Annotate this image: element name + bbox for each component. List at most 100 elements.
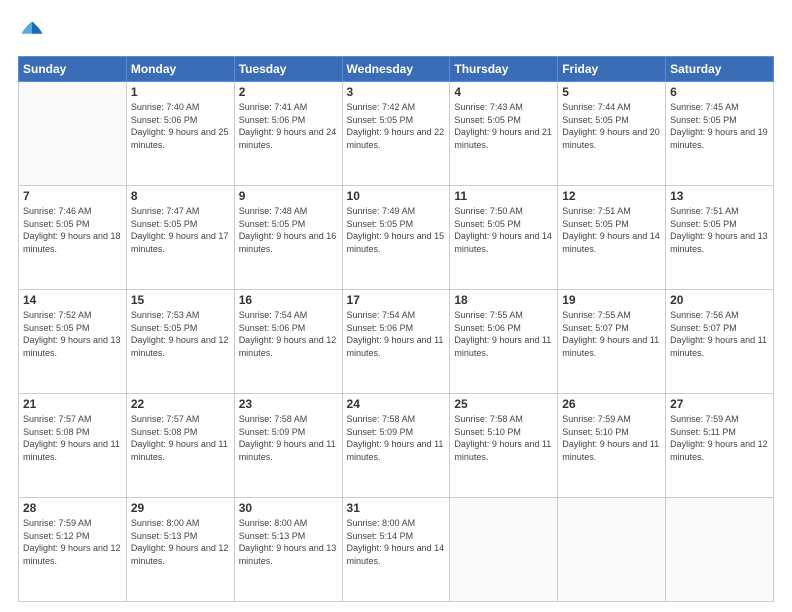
calendar-table: SundayMondayTuesdayWednesdayThursdayFrid… (18, 56, 774, 602)
day-number: 12 (562, 189, 661, 203)
calendar-cell: 10 Sunrise: 7:49 AM Sunset: 5:05 PM Dayli… (342, 186, 450, 290)
calendar-cell: 26 Sunrise: 7:59 AM Sunset: 5:10 PM Dayli… (558, 394, 666, 498)
day-number: 8 (131, 189, 230, 203)
calendar-cell: 4Sunrise: 7:43 AM Sunset: 5:05 PM Daylig… (450, 82, 558, 186)
calendar-cell: 17 Sunrise: 7:54 AM Sunset: 5:06 PM Dayli… (342, 290, 450, 394)
logo-icon (18, 18, 46, 46)
calendar-cell: 6 Sunrise: 7:45 AM Sunset: 5:05 PM Daylig… (666, 82, 774, 186)
day-info: Sunrise: 7:59 AM Sunset: 5:12 PM Dayligh… (23, 517, 122, 567)
calendar-cell: 20Sunrise: 7:56 AM Sunset: 5:07 PM Dayli… (666, 290, 774, 394)
calendar-cell: 18 Sunrise: 7:55 AM Sunset: 5:06 PM Dayli… (450, 290, 558, 394)
calendar-cell: 1 Sunrise: 7:40 AM Sunset: 5:06 PM Daylig… (126, 82, 234, 186)
calendar-cell: 25 Sunrise: 7:58 AM Sunset: 5:10 PM Dayli… (450, 394, 558, 498)
calendar-cell: 30 Sunrise: 8:00 AM Sunset: 5:13 PM Dayli… (234, 498, 342, 602)
calendar-cell: 15 Sunrise: 7:53 AM Sunset: 5:05 PM Dayli… (126, 290, 234, 394)
day-number: 25 (454, 397, 553, 411)
day-number: 6 (670, 85, 769, 99)
page: SundayMondayTuesdayWednesdayThursdayFrid… (0, 0, 792, 612)
day-info: Sunrise: 7:58 AM Sunset: 5:09 PM Dayligh… (239, 413, 338, 463)
day-info: Sunrise: 7:41 AM Sunset: 5:06 PM Dayligh… (239, 101, 338, 151)
day-info: Sunrise: 7:59 AM Sunset: 5:11 PM Dayligh… (670, 413, 769, 463)
day-info: Sunrise: 7:49 AM Sunset: 5:05 PM Dayligh… (347, 205, 446, 255)
calendar-cell: 22 Sunrise: 7:57 AM Sunset: 5:08 PM Dayli… (126, 394, 234, 498)
weekday-header: Saturday (666, 57, 774, 82)
day-info: Sunrise: 7:59 AM Sunset: 5:10 PM Dayligh… (562, 413, 661, 463)
calendar-cell: 2 Sunrise: 7:41 AM Sunset: 5:06 PM Daylig… (234, 82, 342, 186)
day-number: 3 (347, 85, 446, 99)
weekday-header: Monday (126, 57, 234, 82)
calendar-cell: 11 Sunrise: 7:50 AM Sunset: 5:05 PM Dayli… (450, 186, 558, 290)
day-info: Sunrise: 7:55 AM Sunset: 5:06 PM Dayligh… (454, 309, 553, 359)
day-number: 15 (131, 293, 230, 307)
day-info: Sunrise: 7:58 AM Sunset: 5:10 PM Dayligh… (454, 413, 553, 463)
day-info: Sunrise: 7:46 AM Sunset: 5:05 PM Dayligh… (23, 205, 122, 255)
calendar-cell: 7 Sunrise: 7:46 AM Sunset: 5:05 PM Daylig… (19, 186, 127, 290)
day-info: Sunrise: 7:55 AM Sunset: 5:07 PM Dayligh… (562, 309, 661, 359)
calendar-cell (666, 498, 774, 602)
day-number: 2 (239, 85, 338, 99)
calendar-cell: 23Sunrise: 7:58 AM Sunset: 5:09 PM Dayli… (234, 394, 342, 498)
weekday-header: Wednesday (342, 57, 450, 82)
day-number: 22 (131, 397, 230, 411)
day-info: Sunrise: 7:42 AM Sunset: 5:05 PM Dayligh… (347, 101, 446, 151)
day-number: 28 (23, 501, 122, 515)
day-number: 24 (347, 397, 446, 411)
day-number: 20 (670, 293, 769, 307)
logo (18, 18, 50, 46)
day-number: 21 (23, 397, 122, 411)
calendar-cell: 27 Sunrise: 7:59 AM Sunset: 5:11 PM Dayli… (666, 394, 774, 498)
day-info: Sunrise: 7:57 AM Sunset: 5:08 PM Dayligh… (131, 413, 230, 463)
day-info: Sunrise: 7:54 AM Sunset: 5:06 PM Dayligh… (347, 309, 446, 359)
day-number: 26 (562, 397, 661, 411)
day-info: Sunrise: 8:00 AM Sunset: 5:13 PM Dayligh… (131, 517, 230, 567)
header (18, 18, 774, 46)
weekday-header: Tuesday (234, 57, 342, 82)
day-number: 14 (23, 293, 122, 307)
day-number: 11 (454, 189, 553, 203)
day-info: Sunrise: 7:58 AM Sunset: 5:09 PM Dayligh… (347, 413, 446, 463)
calendar-cell: 31 Sunrise: 8:00 AM Sunset: 5:14 PM Dayli… (342, 498, 450, 602)
calendar-cell: 12Sunrise: 7:51 AM Sunset: 5:05 PM Dayli… (558, 186, 666, 290)
day-number: 17 (347, 293, 446, 307)
weekday-header: Friday (558, 57, 666, 82)
day-info: Sunrise: 7:40 AM Sunset: 5:06 PM Dayligh… (131, 101, 230, 151)
day-number: 27 (670, 397, 769, 411)
day-number: 30 (239, 501, 338, 515)
day-number: 1 (131, 85, 230, 99)
calendar-cell: 19Sunrise: 7:55 AM Sunset: 5:07 PM Dayli… (558, 290, 666, 394)
weekday-header: Sunday (19, 57, 127, 82)
day-info: Sunrise: 7:52 AM Sunset: 5:05 PM Dayligh… (23, 309, 122, 359)
day-number: 10 (347, 189, 446, 203)
calendar-cell: 9 Sunrise: 7:48 AM Sunset: 5:05 PM Daylig… (234, 186, 342, 290)
day-info: Sunrise: 7:50 AM Sunset: 5:05 PM Dayligh… (454, 205, 553, 255)
calendar-cell: 8 Sunrise: 7:47 AM Sunset: 5:05 PM Daylig… (126, 186, 234, 290)
day-number: 18 (454, 293, 553, 307)
day-info: Sunrise: 7:45 AM Sunset: 5:05 PM Dayligh… (670, 101, 769, 151)
day-number: 31 (347, 501, 446, 515)
day-info: Sunrise: 7:54 AM Sunset: 5:06 PM Dayligh… (239, 309, 338, 359)
calendar-cell: 3 Sunrise: 7:42 AM Sunset: 5:05 PM Daylig… (342, 82, 450, 186)
day-info: Sunrise: 7:57 AM Sunset: 5:08 PM Dayligh… (23, 413, 122, 463)
day-number: 9 (239, 189, 338, 203)
day-number: 7 (23, 189, 122, 203)
calendar-cell: 21 Sunrise: 7:57 AM Sunset: 5:08 PM Dayli… (19, 394, 127, 498)
day-info: Sunrise: 7:48 AM Sunset: 5:05 PM Dayligh… (239, 205, 338, 255)
calendar-cell: 24 Sunrise: 7:58 AM Sunset: 5:09 PM Dayli… (342, 394, 450, 498)
calendar-cell: 14 Sunrise: 7:52 AM Sunset: 5:05 PM Dayli… (19, 290, 127, 394)
day-info: Sunrise: 8:00 AM Sunset: 5:14 PM Dayligh… (347, 517, 446, 567)
day-number: 29 (131, 501, 230, 515)
calendar-cell (558, 498, 666, 602)
day-info: Sunrise: 7:47 AM Sunset: 5:05 PM Dayligh… (131, 205, 230, 255)
day-info: Sunrise: 7:53 AM Sunset: 5:05 PM Dayligh… (131, 309, 230, 359)
day-number: 13 (670, 189, 769, 203)
day-number: 16 (239, 293, 338, 307)
calendar-cell: 13 Sunrise: 7:51 AM Sunset: 5:05 PM Dayli… (666, 186, 774, 290)
day-info: Sunrise: 7:51 AM Sunset: 5:05 PM Dayligh… (670, 205, 769, 255)
calendar-cell: 16 Sunrise: 7:54 AM Sunset: 5:06 PM Dayli… (234, 290, 342, 394)
day-info: Sunrise: 7:43 AM Sunset: 5:05 PM Dayligh… (454, 101, 553, 151)
calendar-cell: 28 Sunrise: 7:59 AM Sunset: 5:12 PM Dayli… (19, 498, 127, 602)
calendar-cell: 29 Sunrise: 8:00 AM Sunset: 5:13 PM Dayli… (126, 498, 234, 602)
weekday-header: Thursday (450, 57, 558, 82)
calendar-cell (19, 82, 127, 186)
day-info: Sunrise: 8:00 AM Sunset: 5:13 PM Dayligh… (239, 517, 338, 567)
